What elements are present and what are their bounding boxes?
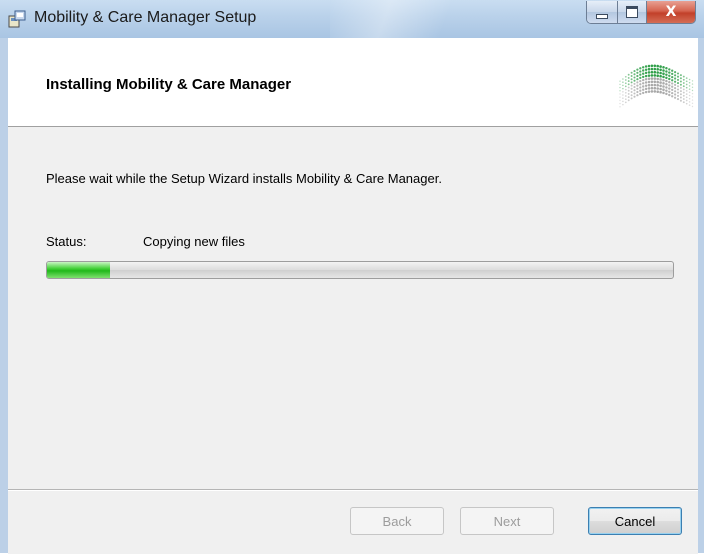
minimize-icon	[596, 13, 608, 19]
window-frame-right	[698, 38, 704, 553]
title-bar-glare	[330, 0, 470, 38]
footer-divider	[8, 490, 698, 491]
window-title: Mobility & Care Manager Setup	[34, 9, 257, 26]
back-button[interactable]: Back	[350, 507, 444, 535]
banner-title: Installing Mobility & Care Manager	[46, 76, 292, 93]
maximize-icon	[626, 6, 638, 18]
close-button[interactable]: X	[646, 1, 695, 23]
wizard-banner: Installing Mobility & Care Manager	[8, 38, 698, 127]
window-controls: X	[586, 1, 696, 24]
wizard-content: Please wait while the Setup Wizard insta…	[8, 127, 698, 489]
maximize-button[interactable]	[617, 1, 646, 23]
wizard-footer: Back Next Cancel	[8, 489, 698, 554]
wave-logo-icon	[616, 54, 696, 112]
status-label: Status:	[46, 234, 87, 249]
progress-fill	[47, 262, 110, 278]
close-icon: X	[665, 4, 677, 20]
status-value: Copying new files	[143, 234, 245, 249]
next-button[interactable]: Next	[460, 507, 554, 535]
installer-app-icon[interactable]	[8, 10, 26, 28]
cancel-button[interactable]: Cancel	[588, 507, 682, 535]
install-description: Please wait while the Setup Wizard insta…	[46, 171, 442, 186]
window-frame-left	[0, 38, 8, 553]
install-progress-bar	[46, 261, 674, 279]
minimize-button[interactable]	[587, 1, 617, 23]
title-bar[interactable]: Mobility & Care Manager Setup X	[0, 0, 704, 39]
